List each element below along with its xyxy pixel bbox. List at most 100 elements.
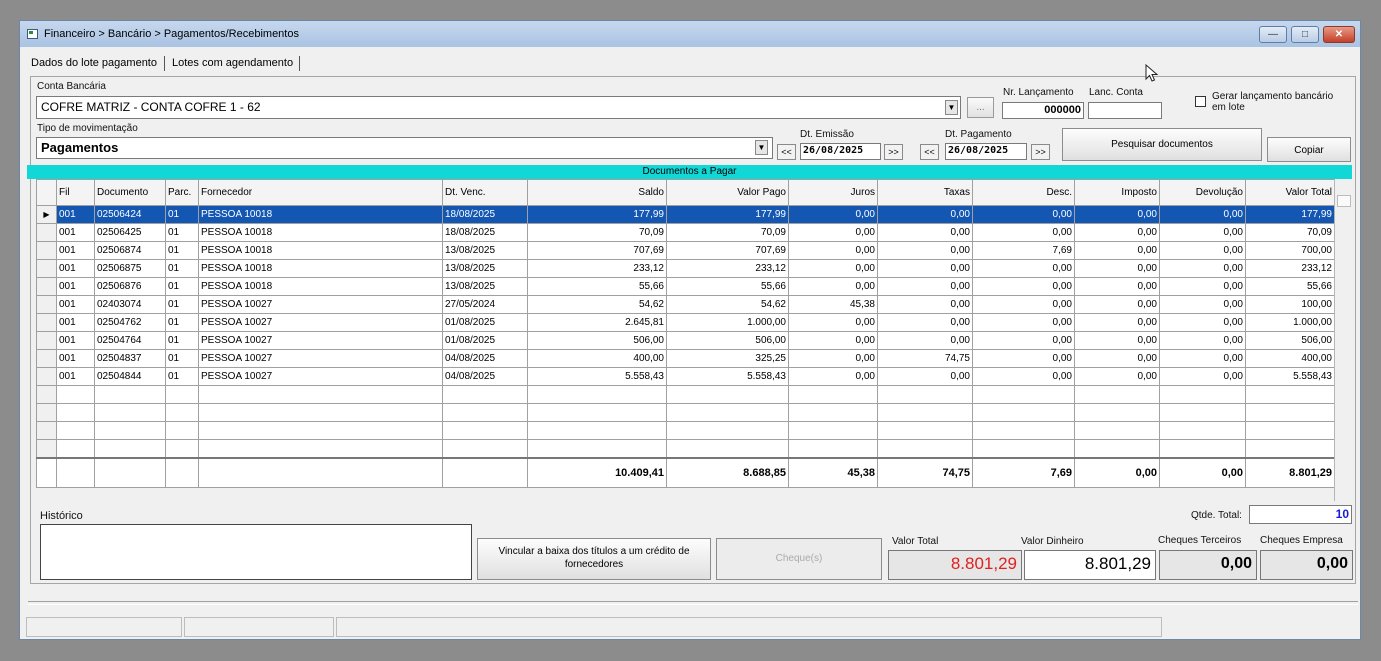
table-totals-row: 10.409,41 8.688,85 45,38 74,75 7,69 0,00 0,00 8…	[36, 456, 1335, 488]
table-cell: 0,00	[877, 295, 973, 314]
dt-emissao-next-button[interactable]: >>	[884, 144, 903, 160]
column-header[interactable]: Valor Total	[1245, 179, 1335, 206]
chevron-down-icon[interactable]: ▼	[755, 140, 768, 155]
table-cell: 0,00	[972, 349, 1075, 368]
table-row[interactable]: 001 02506875 01 PESSOA 10018 13/08/2025 233,1…	[36, 259, 1335, 278]
column-header[interactable]: Fil	[56, 179, 95, 206]
row-indicator	[36, 385, 57, 404]
table-cell: 001	[56, 313, 95, 332]
table-cell: 400,00	[1245, 349, 1335, 368]
conta-search-button[interactable]: ...	[967, 97, 994, 118]
lanc-conta-label: Lanc. Conta	[1089, 87, 1143, 98]
table-cell: 0,00	[788, 313, 878, 332]
table-row[interactable]: 001 02504762 01 PESSOA 10027 01/08/2025 2.645…	[36, 313, 1335, 332]
row-indicator[interactable]	[36, 313, 57, 332]
column-header[interactable]: Desc.	[972, 179, 1075, 206]
table-row[interactable]: ▶ 001 02506424 01 PESSOA 10018 18/08/2025 177,…	[36, 205, 1335, 224]
table-cell: 506,00	[527, 331, 667, 350]
table-cell	[165, 439, 199, 458]
tab-dados-lote[interactable]: Dados do lote pagamento	[26, 54, 163, 73]
tab-lotes-agendamento[interactable]: Lotes com agendamento	[167, 54, 299, 73]
table-cell: 02504764	[94, 331, 166, 350]
row-indicator[interactable]	[36, 331, 57, 350]
dt-emissao-field[interactable]: 26/08/2025	[800, 143, 881, 160]
table-row[interactable]: 001 02504764 01 PESSOA 10027 01/08/2025 506,0…	[36, 331, 1335, 350]
empty-table-row	[36, 421, 1335, 440]
status-panel	[26, 617, 182, 637]
chevron-down-icon[interactable]: ▼	[945, 100, 958, 115]
table-row[interactable]: 001 02504837 01 PESSOA 10027 04/08/2025 400,0…	[36, 349, 1335, 368]
column-header[interactable]: Saldo	[527, 179, 667, 206]
row-indicator[interactable]	[36, 241, 57, 260]
nr-lancamento-field[interactable]: 000000	[1002, 102, 1084, 119]
table-row[interactable]: 001 02504844 01 PESSOA 10027 04/08/2025 5.558…	[36, 367, 1335, 386]
cheques-terceiros-field: 0,00	[1159, 550, 1257, 580]
copiar-button[interactable]: Copiar	[1267, 137, 1351, 162]
table-cell	[165, 403, 199, 422]
table-cell: 0,00	[1159, 367, 1246, 386]
table-row[interactable]: 001 02506425 01 PESSOA 10018 18/08/2025 70,09…	[36, 223, 1335, 242]
table-cell: 0,00	[1074, 277, 1160, 296]
close-button[interactable]: ✕	[1323, 26, 1355, 43]
scrollbar-thumb[interactable]	[1337, 195, 1351, 207]
gerar-lancamento-checkbox[interactable]	[1195, 96, 1206, 107]
table-cell	[1074, 403, 1160, 422]
table-vertical-scrollbar[interactable]	[1334, 179, 1353, 501]
documentos-a-pagar-header: Documentos a Pagar	[27, 165, 1352, 179]
table-cell: 54,62	[666, 295, 789, 314]
column-header[interactable]: Valor Pago	[666, 179, 789, 206]
lanc-conta-field[interactable]	[1088, 102, 1162, 119]
valor-dinheiro-field[interactable]: 8.801,29	[1024, 550, 1156, 580]
pesquisar-documentos-button[interactable]: Pesquisar documentos	[1062, 128, 1262, 161]
table-cell: 001	[56, 331, 95, 350]
table-cell	[972, 421, 1075, 440]
conta-bancaria-select[interactable]: COFRE MATRIZ - CONTA COFRE 1 - 62	[36, 96, 961, 119]
dt-pagamento-next-button[interactable]: >>	[1031, 144, 1050, 160]
dt-emissao-label: Dt. Emissão	[800, 129, 854, 140]
total-cell: 74,75	[877, 456, 973, 488]
row-indicator[interactable]	[36, 367, 57, 386]
tipo-movimentacao-select[interactable]: Pagamentos	[36, 137, 773, 159]
table-cell	[442, 403, 528, 422]
table-cell	[972, 403, 1075, 422]
table-row[interactable]: 001 02506876 01 PESSOA 10018 13/08/2025 55,66…	[36, 277, 1335, 296]
table-cell	[1159, 439, 1246, 458]
column-header[interactable]: Fornecedor	[198, 179, 443, 206]
column-header[interactable]: Imposto	[1074, 179, 1160, 206]
table-row[interactable]: 001 02506874 01 PESSOA 10018 13/08/2025 707,6…	[36, 241, 1335, 260]
column-header[interactable]: Taxas	[877, 179, 973, 206]
row-indicator[interactable]	[36, 259, 57, 278]
table-row[interactable]: 001 02403074 01 PESSOA 10027 27/05/2024 54,62…	[36, 295, 1335, 314]
dt-pagamento-label: Dt. Pagamento	[945, 129, 1012, 140]
nr-lancamento-label: Nr. Lançamento	[1003, 87, 1074, 98]
cheques-button[interactable]: Cheque(s)	[716, 538, 882, 580]
column-header[interactable]: Parc.	[165, 179, 199, 206]
dt-pagamento-prev-button[interactable]: <<	[920, 144, 939, 160]
dt-emissao-prev-button[interactable]: <<	[777, 144, 796, 160]
column-header[interactable]: Dt. Venc.	[442, 179, 528, 206]
column-header[interactable]: Devolução	[1159, 179, 1246, 206]
table-cell: 13/08/2025	[442, 241, 528, 260]
table-cell: PESSOA 10027	[198, 295, 443, 314]
status-bar	[20, 617, 1360, 638]
table-cell: 02506874	[94, 241, 166, 260]
table-cell: 45,38	[788, 295, 878, 314]
row-indicator[interactable]: ▶	[36, 205, 57, 224]
column-header[interactable]: Documento	[94, 179, 166, 206]
title-bar[interactable]: Financeiro > Bancário > Pagamentos/Receb…	[20, 21, 1360, 47]
minimize-button[interactable]: —	[1259, 26, 1287, 43]
table-cell	[527, 403, 667, 422]
table-cell: 0,00	[1159, 241, 1246, 260]
row-indicator[interactable]	[36, 295, 57, 314]
row-indicator[interactable]	[36, 277, 57, 296]
total-cell: 45,38	[788, 456, 878, 488]
table-cell: 0,00	[788, 205, 878, 224]
dt-pagamento-field[interactable]: 26/08/2025	[945, 143, 1027, 160]
row-indicator[interactable]	[36, 349, 57, 368]
historico-textarea[interactable]	[40, 524, 472, 580]
vincular-credito-button[interactable]: Vincular a baixa dos títulos a um crédit…	[477, 538, 711, 580]
row-indicator[interactable]	[36, 223, 57, 242]
column-header[interactable]: Juros	[788, 179, 878, 206]
maximize-button[interactable]: □	[1291, 26, 1319, 43]
table-cell: 0,00	[1074, 367, 1160, 386]
